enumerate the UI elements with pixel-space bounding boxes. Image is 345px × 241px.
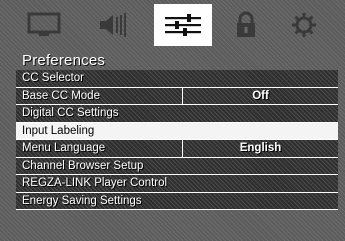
tab-preferences[interactable]	[154, 4, 212, 46]
sound-icon	[100, 13, 126, 37]
menu-item-label: Digital CC Settings	[22, 107, 119, 119]
menu-item-value[interactable]: English	[182, 140, 338, 157]
preferences-menu: Preferences CC Selector Base CC Mode Off…	[16, 52, 338, 210]
menu-item-energy-saving-settings[interactable]: Energy Saving Settings	[16, 192, 338, 210]
tv-menu-screen: Preferences CC Selector Base CC Mode Off…	[0, 0, 345, 241]
menu-item-label: Energy Saving Settings	[22, 194, 142, 207]
menu-item-base-cc-mode[interactable]: Base CC Mode Off	[16, 87, 338, 105]
menu-item-menu-language[interactable]: Menu Language English	[16, 140, 338, 158]
menu-item-channel-browser-setup[interactable]: Channel Browser Setup	[16, 157, 338, 175]
tab-sound[interactable]	[94, 6, 134, 44]
menu-item-input-labeling[interactable]: Input Labeling	[16, 122, 338, 140]
settings-sliders-icon	[165, 14, 201, 36]
menu-item-label: CC Selector	[22, 72, 84, 84]
menu-item-cc-selector[interactable]: CC Selector	[16, 70, 338, 88]
lock-icon	[237, 11, 255, 37]
tab-picture[interactable]	[24, 6, 64, 44]
menu-item-label: REGZA-LINK Player Control	[22, 177, 168, 189]
menu-item-label: Menu Language	[22, 142, 106, 154]
menu-item-label: Base CC Mode	[22, 89, 100, 102]
menu-item-digital-cc-settings[interactable]: Digital CC Settings	[16, 105, 338, 123]
menu-item-value[interactable]: Off	[182, 87, 338, 104]
menu-title: Preferences	[22, 52, 106, 69]
menu-item-regza-link-player-control[interactable]: REGZA-LINK Player Control	[16, 175, 338, 193]
menu-item-label: Channel Browser Setup	[22, 159, 144, 172]
menu-item-label: Input Labeling	[22, 124, 95, 137]
gear-icon	[292, 13, 316, 37]
tab-lock[interactable]	[226, 6, 266, 44]
tab-setup[interactable]	[284, 6, 324, 44]
menu-category-bar	[2, 2, 343, 46]
picture-icon	[27, 12, 61, 36]
